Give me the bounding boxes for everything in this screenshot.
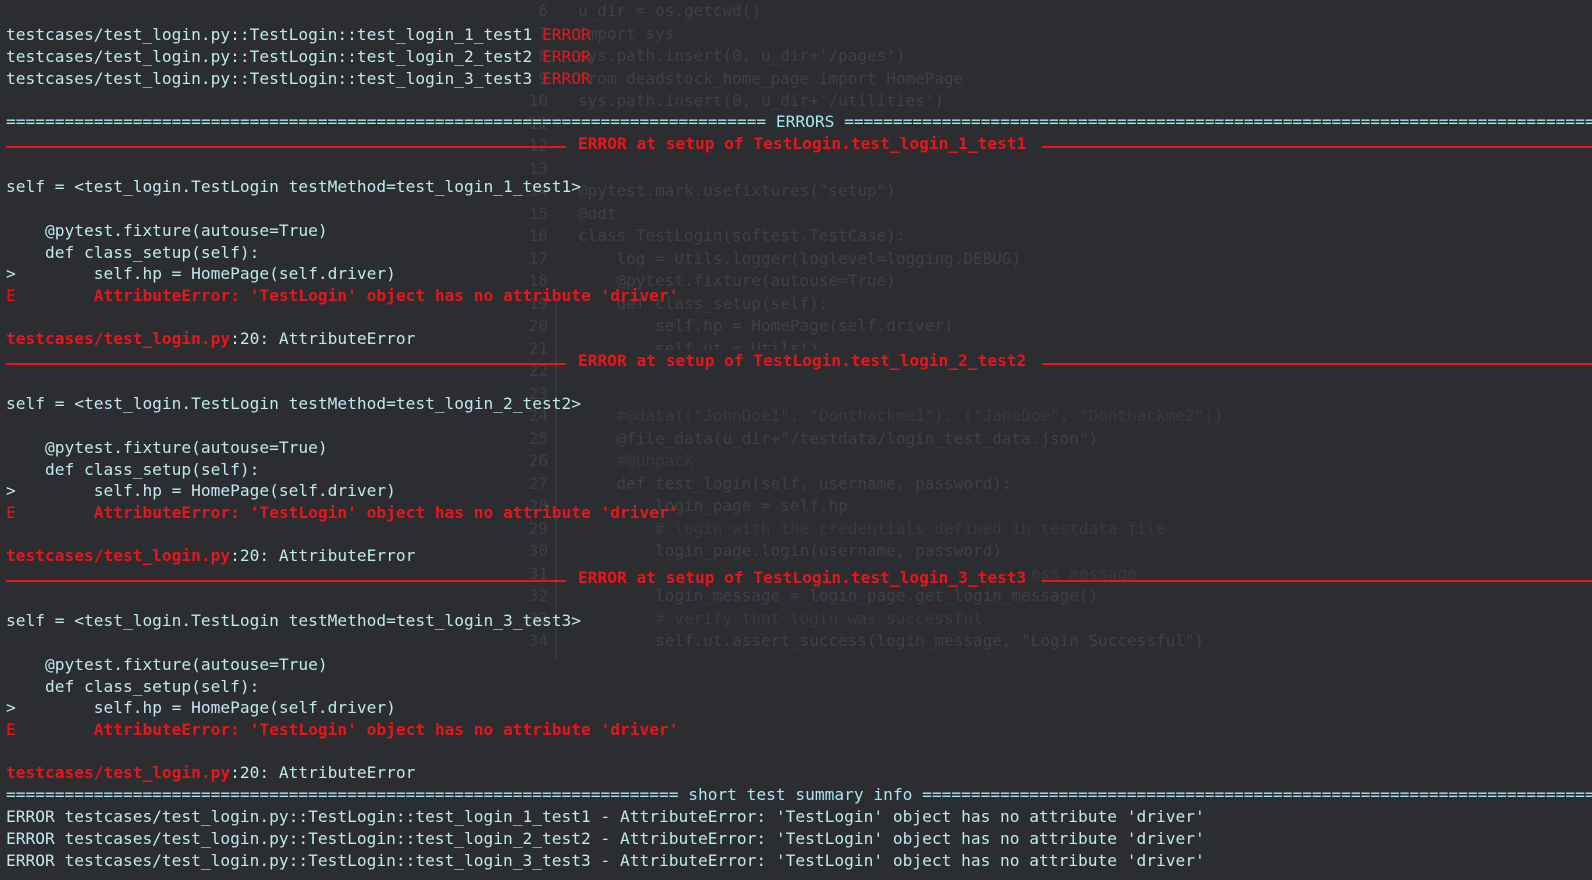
error-block-2-location: testcases/test_login.py:20: AttributeErr… (6, 546, 416, 565)
error-block-1-decorator: @pytest.fixture(autouse=True) (6, 221, 328, 240)
error-block-3-title: ERROR at setup of TestLogin.test_login_3… (6, 567, 1592, 589)
editor-code-line: # verify that login was successful (578, 608, 983, 628)
error-block-1-code: > self.hp = HomePage(self.driver) (6, 264, 396, 283)
error-block-1-self: self = <test_login.TestLogin testMethod=… (6, 177, 581, 196)
error-block-1-location: testcases/test_login.py:20: AttributeErr… (6, 329, 416, 348)
result-line-3: testcases/test_login.py::TestLogin::test… (6, 69, 591, 88)
editor-line-number: 17 (528, 248, 548, 268)
editor-line-number: 25 (528, 428, 548, 448)
editor-code-line: #@unpack (578, 451, 694, 470)
editor-line-number: 27 (528, 473, 548, 493)
summary-line-2: ERROR testcases/test_login.py::TestLogin… (6, 829, 1205, 848)
error-block-2-error: E AttributeError: 'TestLogin' object has… (6, 503, 679, 522)
error-block-3-self: self = <test_login.TestLogin testMethod=… (6, 611, 581, 630)
summary-line-3: ERROR testcases/test_login.py::TestLogin… (6, 851, 1205, 870)
editor-code-line: self.ut.assert_success(login_message, "L… (578, 631, 1205, 650)
errors-section-header: ========================================… (6, 112, 1592, 131)
error-block-1-def: def class_setup(self): (6, 243, 260, 262)
error-block-1-error: E AttributeError: 'TestLogin' object has… (6, 286, 679, 305)
summary-section-header: ========================================… (6, 785, 1592, 804)
editor-code-line: sys.path.insert(0, u_dir+'/utilities') (578, 91, 945, 110)
editor-code-line: from deadstock_home_page import HomePage (578, 68, 964, 88)
editor-code-line: #@data(("JohnDoe1", "Donthackme1"), ("Ja… (578, 406, 1224, 425)
result-line-1: testcases/test_login.py::TestLogin::test… (6, 25, 591, 44)
editor-code-line: import sys (578, 23, 675, 43)
editor-line-number: 20 (528, 316, 548, 335)
editor-code-line: class TestLogin(softest.TestCase): (578, 226, 906, 245)
editor-line-number: 10 (528, 91, 548, 110)
editor-line-number: 34 (528, 631, 548, 650)
editor-code-line: @pytest.mark.usefixtures("setup") (578, 181, 896, 200)
editor-line-number: 16 (528, 226, 548, 245)
error-block-2-def: def class_setup(self): (6, 460, 260, 479)
editor-code-line: sys.path.insert(0, u_dir+'/pages') (578, 46, 906, 65)
editor-code-line: def test_login(self, username, password)… (578, 473, 1012, 493)
editor-code-line: @file_data(u_dir+"/testdata/login_test_d… (578, 428, 1099, 448)
error-block-2-self: self = <test_login.TestLogin testMethod=… (6, 394, 581, 413)
editor-line-number: 6 (538, 1, 548, 20)
error-block-2-title: ERROR at setup of TestLogin.test_login_2… (6, 350, 1592, 372)
error-block-3-code: > self.hp = HomePage(self.driver) (6, 698, 396, 717)
error-block-1-title: ERROR at setup of TestLogin.test_login_1… (6, 133, 1592, 155)
error-block-3-decorator: @pytest.fixture(autouse=True) (6, 655, 328, 674)
error-block-3-location: testcases/test_login.py:20: AttributeErr… (6, 763, 416, 782)
error-block-2-code: > self.hp = HomePage(self.driver) (6, 481, 396, 500)
error-block-3-error: E AttributeError: 'TestLogin' object has… (6, 720, 679, 739)
editor-line-number: 15 (528, 203, 548, 223)
editor-code-line: self.hp = HomePage(self.driver) (578, 316, 954, 335)
editor-line-number: 30 (528, 541, 548, 560)
editor-line-number: 26 (528, 451, 548, 470)
editor-code-line: login_page.login(username, password) (578, 541, 1002, 560)
result-line-2: testcases/test_login.py::TestLogin::test… (6, 47, 591, 66)
terminal-window[interactable]: 6 u_dir = os.getcwd() 7 import sys 8 sys.path… (0, 0, 1592, 880)
error-block-2-decorator: @pytest.fixture(autouse=True) (6, 438, 328, 457)
editor-code-line: log = Utils.logger(loglevel=logging.DEBU… (578, 248, 1022, 268)
editor-code-line: u_dir = os.getcwd() (578, 1, 762, 20)
editor-code-line: @ddt (578, 203, 617, 223)
error-block-3-def: def class_setup(self): (6, 677, 260, 696)
summary-line-1: ERROR testcases/test_login.py::TestLogin… (6, 807, 1205, 826)
